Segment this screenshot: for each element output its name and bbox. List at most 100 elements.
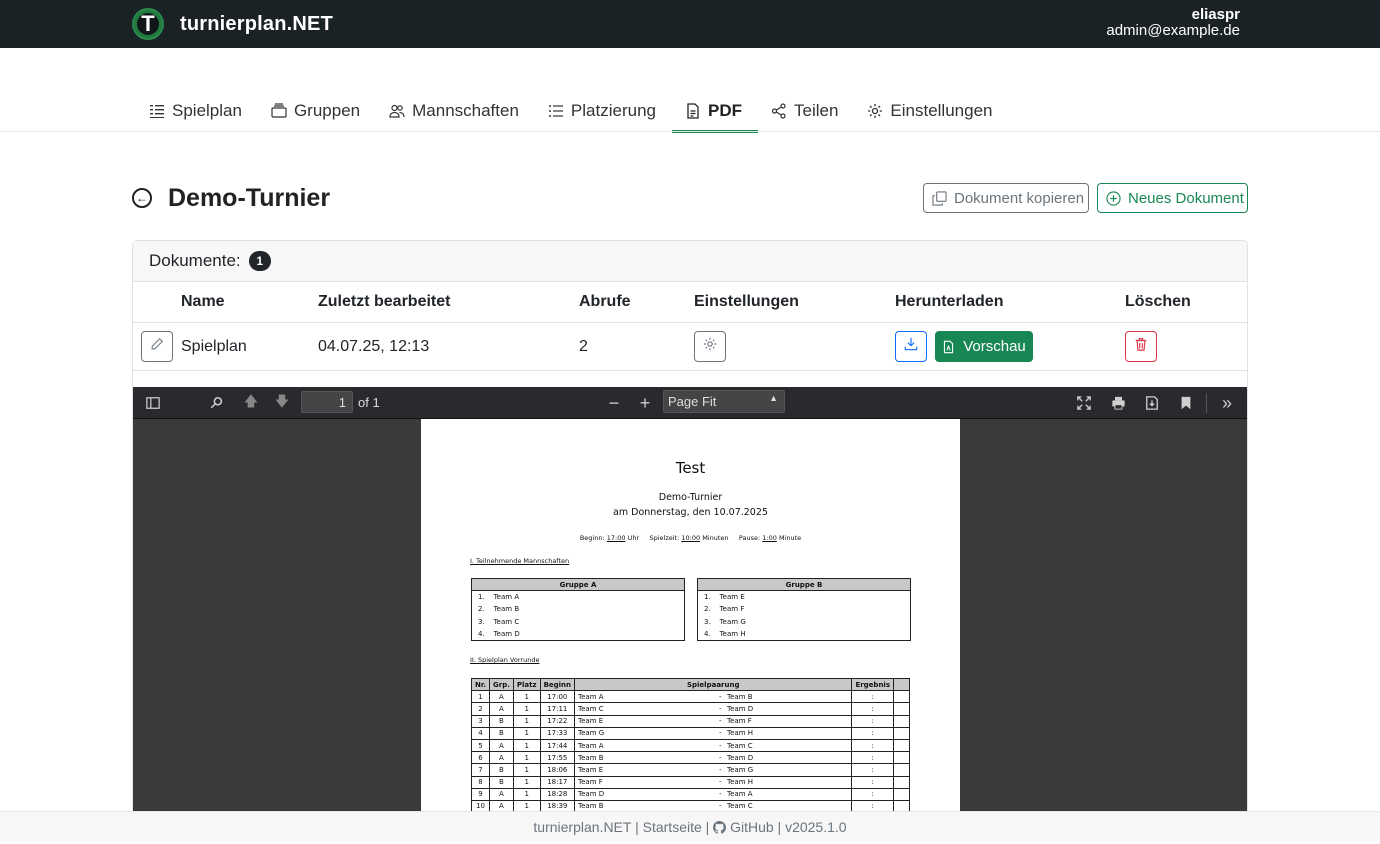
pause-value: 1:00 xyxy=(762,534,777,542)
user-menu[interactable]: eliaspr admin@example.de xyxy=(1106,7,1240,39)
people-icon xyxy=(388,102,406,120)
match-begin: 17:00 xyxy=(539,690,576,704)
brand[interactable]: T turnierplan.NET xyxy=(132,8,333,40)
delete-button[interactable] xyxy=(1125,331,1157,362)
match-pairing: Team E - Team G xyxy=(574,763,853,777)
playtime-label: Spielzeit: xyxy=(649,534,680,542)
group-a-table: Gruppe A 1. Team A 2. Team B 3. Team C 4… xyxy=(471,578,685,641)
back-arrow-icon[interactable]: ← xyxy=(132,188,152,208)
match-extra xyxy=(893,738,910,753)
match-number: 5 xyxy=(471,738,490,753)
table-row: 9 A 1 18:28 Team D - Team A: xyxy=(471,787,910,801)
tab-einstellungen[interactable]: Einstellungen xyxy=(854,90,1008,132)
col-field: Platz xyxy=(512,677,541,692)
pdf-title: Test xyxy=(675,459,706,477)
match-number: 2 xyxy=(471,702,490,716)
away-team: Team G xyxy=(727,765,754,774)
match-begin: 17:11 xyxy=(539,702,576,716)
col-delete: Löschen xyxy=(1125,293,1191,310)
footer-github-link[interactable]: GitHub xyxy=(730,819,774,835)
list-item: 2. Team B xyxy=(478,605,520,614)
zoom-value: Page Fit xyxy=(668,394,717,409)
match-pairing: Team G - Team H xyxy=(574,726,853,740)
tab-mannschaften[interactable]: Mannschaften xyxy=(376,90,535,132)
next-page-icon[interactable]: 🡇 xyxy=(272,393,292,413)
col-edited: Zuletzt bearbeitet xyxy=(318,293,451,310)
download-button[interactable] xyxy=(895,331,927,362)
zoom-select[interactable]: Page Fit ▲ xyxy=(663,390,785,413)
zoom-in-icon[interactable]: + xyxy=(635,393,655,413)
home-team: Team G xyxy=(578,729,605,738)
tab-spielplan[interactable]: Spielplan xyxy=(136,90,258,132)
tab-platzierung[interactable]: Platzierung xyxy=(535,90,672,132)
col-begin: Beginn xyxy=(539,677,576,692)
pairing-dash: - xyxy=(719,778,722,787)
download-icon xyxy=(904,337,918,356)
pause-label: Pause: xyxy=(738,534,761,542)
away-team: Team D xyxy=(727,704,754,713)
sidebar-toggle-icon[interactable] xyxy=(143,393,163,413)
match-group: A xyxy=(489,702,514,716)
save-icon[interactable] xyxy=(1142,393,1162,413)
home-team: Team A xyxy=(578,692,604,701)
pdf-section-teams: I. Teilnehmende Mannschaften xyxy=(470,557,570,565)
documents-table-header: Name Zuletzt bearbeitet Abrufe Einstellu… xyxy=(133,282,1247,323)
tab-gruppen[interactable]: Gruppen xyxy=(258,90,376,132)
copy-document-button[interactable]: Dokument kopieren xyxy=(923,183,1089,213)
app-name: turnierplan.NET xyxy=(180,12,334,35)
table-row: 6 A 1 17:55 Team B - Team D: xyxy=(471,751,910,765)
match-pairing: Team A - Team B xyxy=(574,690,853,704)
away-team: Team D xyxy=(727,753,754,762)
top-navbar: T turnierplan.NET eliaspr admin@example.… xyxy=(0,0,1380,48)
document-name: Spielplan xyxy=(181,337,247,355)
begin-value: 17:00 xyxy=(606,534,626,542)
match-begin: 17:44 xyxy=(539,738,576,753)
pairing-dash: - xyxy=(719,790,722,799)
bookmark-icon[interactable] xyxy=(1176,393,1196,413)
match-begin: 17:22 xyxy=(539,714,576,728)
list-icon xyxy=(148,102,166,120)
pdf-page: Test Demo-Turnier am Donnerstag, den 10.… xyxy=(421,419,960,839)
list-item: 2. Team F xyxy=(704,605,745,614)
previous-page-icon[interactable]: 🡅 xyxy=(241,393,261,413)
match-begin: 17:55 xyxy=(539,751,576,765)
home-team: Team C xyxy=(578,704,604,713)
zoom-out-icon[interactable]: − xyxy=(604,393,624,413)
match-field: 1 xyxy=(512,690,541,704)
group-b-table: Gruppe B 1. Team E 2. Team F 3. Team G 4… xyxy=(697,578,911,641)
rename-button[interactable] xyxy=(141,331,173,362)
page-number-input[interactable]: 1 xyxy=(301,391,353,413)
match-extra xyxy=(893,714,910,728)
footer-app-link[interactable]: turnierplan.NET xyxy=(533,819,631,835)
tab-label: Einstellungen xyxy=(890,101,993,120)
app-logo: T xyxy=(132,8,164,40)
match-begin: 18:28 xyxy=(539,787,576,801)
tab-teilen[interactable]: Teilen xyxy=(758,90,854,132)
tab-pdf[interactable]: PDF xyxy=(671,90,758,133)
pairing-dash: - xyxy=(719,753,722,762)
plus-circle-icon xyxy=(1106,190,1121,206)
footer-version: v2025.1.0 xyxy=(785,819,847,835)
match-field: 1 xyxy=(512,751,541,765)
document-settings-button[interactable] xyxy=(694,331,726,362)
search-icon[interactable] xyxy=(207,393,227,413)
match-field: 1 xyxy=(512,787,541,801)
gear-icon xyxy=(866,102,884,120)
print-icon[interactable] xyxy=(1108,393,1128,413)
copy-icon xyxy=(932,190,947,206)
match-result: : xyxy=(851,714,894,728)
home-team: Team A xyxy=(578,741,604,750)
fullscreen-icon[interactable] xyxy=(1074,393,1094,413)
match-number: 4 xyxy=(471,726,490,740)
more-tools-icon[interactable]: » xyxy=(1217,393,1237,413)
home-team: Team D xyxy=(578,790,605,799)
match-field: 1 xyxy=(512,738,541,753)
new-document-button[interactable]: Neues Dokument xyxy=(1097,183,1248,213)
list-item: 4. Team D xyxy=(478,629,520,638)
col-group: Grp. xyxy=(489,677,514,692)
new-document-label: Neues Dokument xyxy=(1128,189,1244,207)
preview-button[interactable]: Vorschau xyxy=(935,331,1033,362)
match-number: 8 xyxy=(471,775,490,789)
pairing-dash: - xyxy=(719,765,722,774)
footer-home-link[interactable]: Startseite xyxy=(643,819,702,835)
